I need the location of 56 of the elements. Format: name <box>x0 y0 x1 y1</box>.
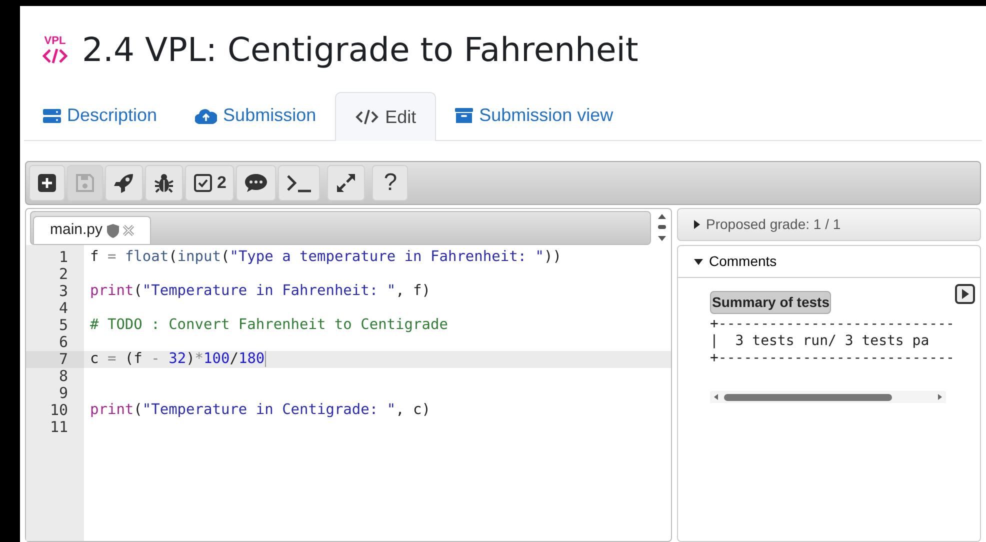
caret-right-icon <box>694 220 700 229</box>
list-icon <box>43 108 61 122</box>
tab[interactable]: Description <box>24 91 176 140</box>
text-cursor <box>264 351 266 368</box>
evaluate-button[interactable]: 2 <box>185 165 234 201</box>
line-number: 4 <box>58 300 69 317</box>
scroll-arrows-icon[interactable] <box>657 212 667 242</box>
shield-icon <box>106 224 119 238</box>
bug-icon <box>153 172 175 194</box>
line-number: 6 <box>58 334 69 351</box>
tab[interactable]: Submission view <box>436 91 632 140</box>
terminal-icon <box>286 173 312 193</box>
line-number: 10 <box>48 402 69 419</box>
fullscreen-button[interactable] <box>327 165 366 201</box>
line-number: 3 <box>58 283 69 300</box>
code-line: f = float(input("Type a temperature in Fahrenheit: ")) <box>90 249 562 265</box>
archive-box-icon <box>455 108 474 124</box>
line-number: 8 <box>58 368 69 385</box>
expand-arrows-icon <box>335 172 358 194</box>
tab[interactable]: Submission <box>176 91 336 140</box>
checkbox-icon <box>193 173 213 193</box>
code-line: c = (f - 32)*100/180 <box>90 351 265 367</box>
run-button[interactable] <box>105 165 143 201</box>
tab[interactable]: Edit <box>335 92 436 141</box>
help-button[interactable]: ? <box>372 165 408 201</box>
console-button[interactable] <box>278 165 320 201</box>
test-summary-line: +---------------------------- <box>710 316 954 333</box>
summary-heading: Summary of tests <box>710 291 832 314</box>
new-button[interactable] <box>29 165 65 201</box>
page-title: 2.4 VPL: Centigrade to Fahrenheit <box>82 29 638 72</box>
test-summary-line: | 3 tests run/ 3 tests pa <box>710 333 930 350</box>
speech-bubble-icon <box>244 173 268 193</box>
save-icon <box>75 173 95 193</box>
close-icon[interactable] <box>122 225 134 236</box>
collapsible-header[interactable]: Comments <box>677 245 981 278</box>
cloud-upload-icon <box>195 108 218 124</box>
horizontal-scrollbar[interactable] <box>710 391 946 403</box>
collapsible-header[interactable]: Proposed grade: 1 / 1 <box>677 208 981 241</box>
code-icon <box>355 109 380 125</box>
code-line: print("Temperature in Fahrenheit: ", f) <box>90 283 430 299</box>
file-tab[interactable]: main.py <box>33 216 151 244</box>
rocket-icon <box>113 172 135 194</box>
plus-icon <box>37 173 57 193</box>
line-number: 7 <box>26 351 84 368</box>
code-line: print("Temperature in Centigrade: ", c) <box>90 402 430 418</box>
caret-down-icon <box>694 258 703 264</box>
line-number: 1 <box>58 249 69 266</box>
line-number: 2 <box>58 266 69 283</box>
play-button-icon[interactable] <box>955 284 975 304</box>
code-line: # TODO : Convert Fahrenheit to Centigrade <box>90 317 448 333</box>
line-number: 11 <box>48 419 69 436</box>
line-number: 9 <box>58 385 69 402</box>
debug-button[interactable] <box>145 165 183 201</box>
test-summary-line: +---------------------------- <box>710 350 954 367</box>
comments-button[interactable] <box>236 165 276 201</box>
line-number: 5 <box>58 317 69 334</box>
